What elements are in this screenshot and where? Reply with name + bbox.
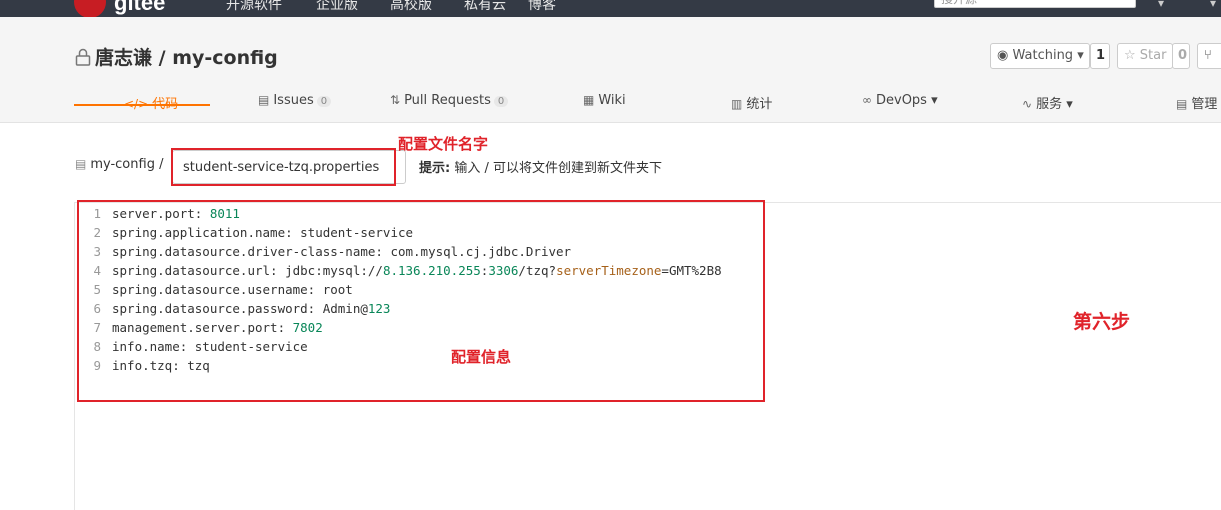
project-name[interactable]: my-config xyxy=(172,47,278,69)
wiki-icon: ▦ xyxy=(583,93,595,107)
tab-label: Issues xyxy=(273,93,314,108)
fork-icon: ⑂ xyxy=(1204,48,1212,63)
star-count[interactable]: 0 xyxy=(1172,43,1190,69)
pulse-icon: ∿ xyxy=(1022,97,1033,111)
breadcrumb: ▤ my-config / xyxy=(75,157,163,172)
eye-icon: ◉ xyxy=(997,48,1009,63)
annotation-filename-label: 配置文件名字 xyxy=(398,135,489,153)
user-menu-icon[interactable]: ▾ xyxy=(1210,0,1216,10)
watch-button[interactable]: ◉ Watching ▾ xyxy=(990,43,1090,69)
watch-count[interactable]: 1 xyxy=(1090,43,1110,69)
repo-tabs: </>代码 ▤Issues0 ⇅Pull Requests0 ▦Wiki ▥统计… xyxy=(0,89,1221,123)
tab-label: 统计 xyxy=(746,97,773,112)
project-header: 唐志谦 / my-config ◉ Watching ▾ 1 ☆ Star 0 … xyxy=(0,17,1221,123)
chevron-down-icon[interactable]: ▾ xyxy=(1158,0,1164,10)
tab-code[interactable]: </>代码 xyxy=(124,93,178,112)
issues-icon: ▤ xyxy=(258,93,270,107)
manage-icon: ▤ xyxy=(1176,97,1188,111)
breadcrumb-root-link[interactable]: my-config xyxy=(90,157,155,172)
breadcrumb-separator: / xyxy=(154,157,164,172)
tab-issues[interactable]: ▤ Issues 0 xyxy=(258,93,332,108)
tab-services[interactable]: ∿ 服务 ▾ xyxy=(1022,93,1073,112)
active-tab-indicator xyxy=(74,104,210,106)
hint-text: 输入 / 可以将文件创建到新文件夹下 xyxy=(450,161,662,176)
logo-text[interactable]: gitee xyxy=(114,0,165,16)
tab-label: 服务 ▾ xyxy=(1036,97,1073,112)
tab-label: DevOps ▾ xyxy=(876,93,938,108)
watch-label: Watching ▾ xyxy=(1012,48,1084,63)
filename-hint: 提示: 输入 / 可以将文件创建到新文件夹下 xyxy=(419,157,662,176)
tab-label: Pull Requests xyxy=(404,93,491,108)
title-separator: / xyxy=(152,47,173,69)
tab-label: 管理 xyxy=(1191,97,1218,112)
annotation-step-label: 第六步 xyxy=(1073,311,1131,333)
tab-pull-requests[interactable]: ⇅ Pull Requests 0 xyxy=(390,93,509,108)
annotation-box-filename xyxy=(171,148,396,186)
nav-link-education[interactable]: 高校版 xyxy=(390,0,432,14)
top-navbar: gitee 开源软件 企业版 高校版 私有云 博客 搜开源 ▾ ▾ xyxy=(0,0,1221,17)
gitee-logo-icon[interactable] xyxy=(74,0,106,17)
tab-devops[interactable]: ∞ DevOps ▾ xyxy=(862,93,938,108)
annotation-config-label: 配置信息 xyxy=(451,348,512,366)
infinity-icon: ∞ xyxy=(862,93,872,107)
issues-count-badge: 0 xyxy=(316,96,332,107)
lock-icon xyxy=(75,48,91,66)
pr-count-badge: 0 xyxy=(493,96,509,107)
nav-link-enterprise[interactable]: 企业版 xyxy=(316,0,358,14)
nav-link-private-cloud[interactable]: 私有云 xyxy=(464,0,506,14)
file-icon: ▤ xyxy=(75,157,87,171)
tab-manage[interactable]: ▤ 管理 xyxy=(1176,93,1217,112)
star-button[interactable]: ☆ Star xyxy=(1117,43,1173,69)
chart-icon: ▥ xyxy=(731,97,743,111)
pull-request-icon: ⇅ xyxy=(390,93,401,107)
nav-link-blog[interactable]: 博客 xyxy=(528,0,556,14)
fork-button[interactable]: ⑂ xyxy=(1197,43,1221,69)
nav-link-open-source[interactable]: 开源软件 xyxy=(226,0,282,14)
tab-wiki[interactable]: ▦ Wiki xyxy=(583,93,626,108)
tab-label: Wiki xyxy=(598,93,626,108)
annotation-box-config xyxy=(77,200,765,402)
hint-label: 提示: xyxy=(419,161,451,176)
project-title: 唐志谦 / my-config xyxy=(75,43,278,70)
project-owner[interactable]: 唐志谦 xyxy=(95,47,152,69)
tab-statistics[interactable]: ▥ 统计 xyxy=(731,93,772,112)
top-search-input[interactable]: 搜开源 xyxy=(934,0,1136,8)
